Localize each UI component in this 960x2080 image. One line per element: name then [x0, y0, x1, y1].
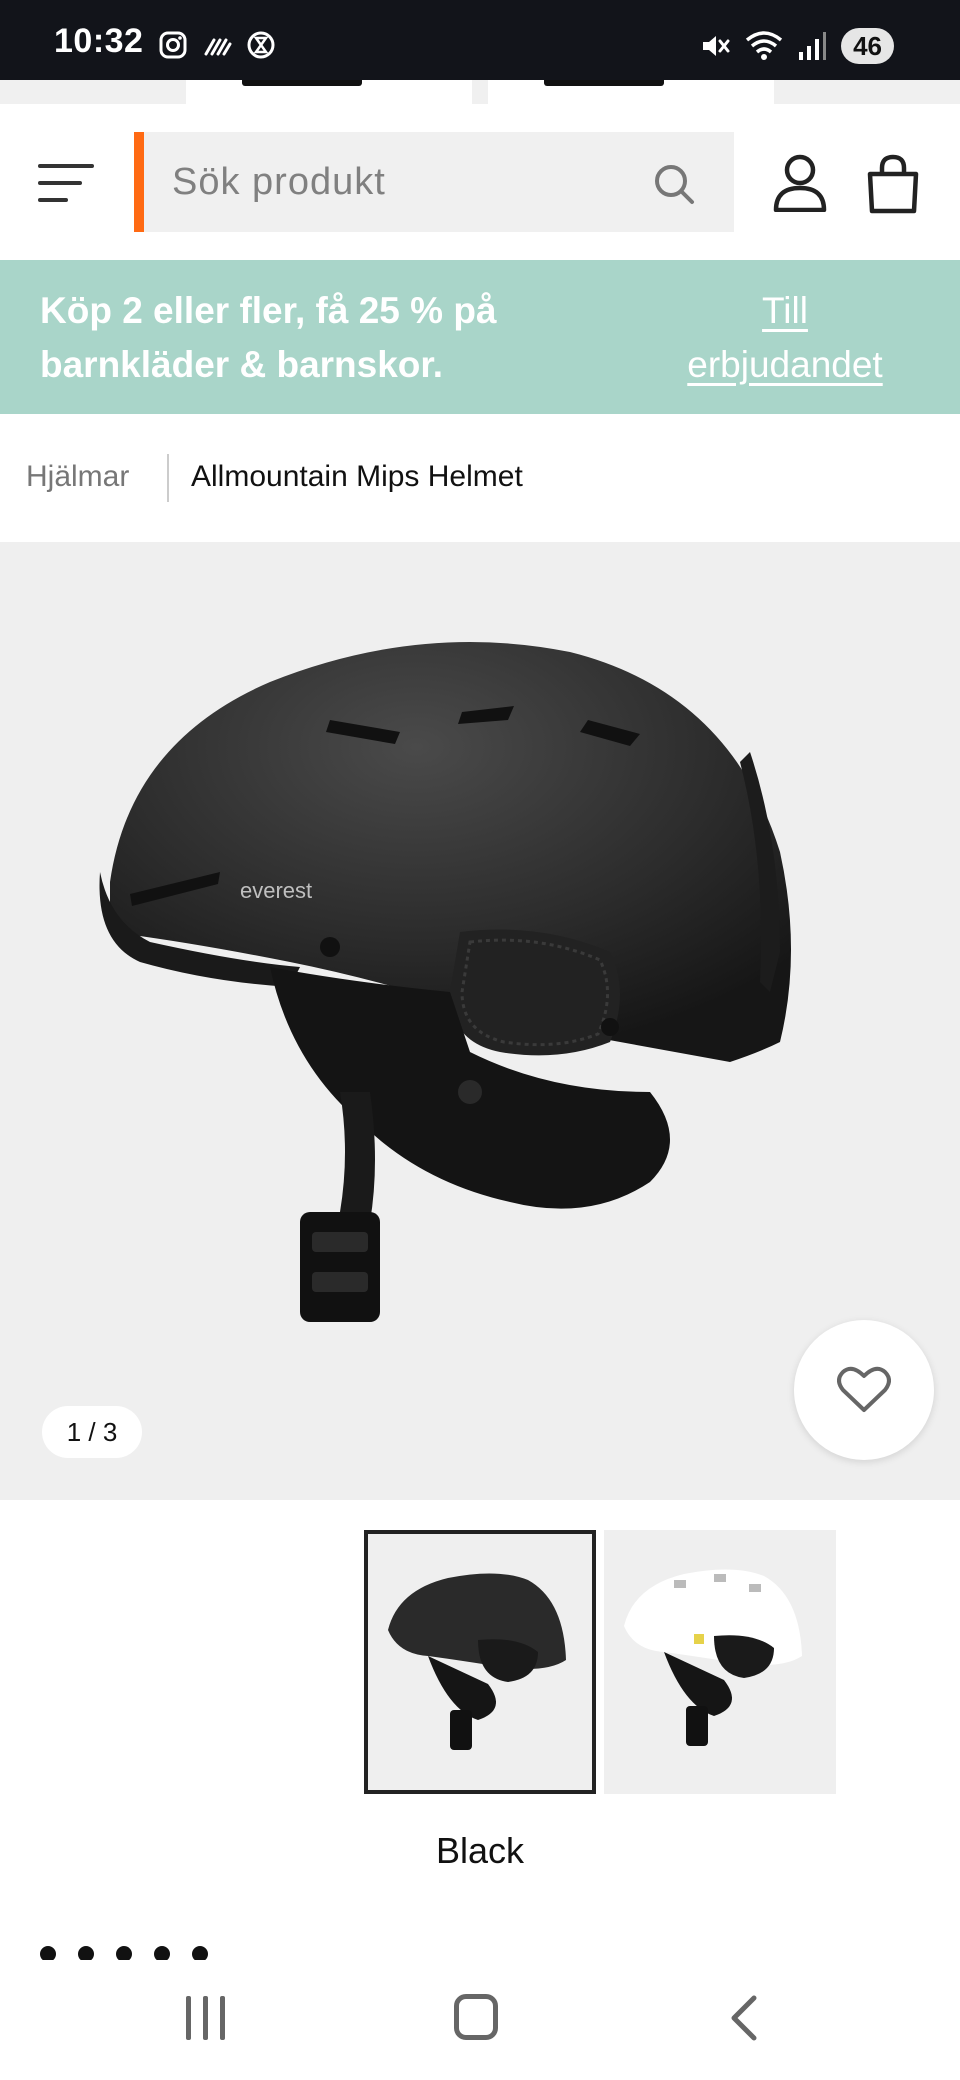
status-time: 10:32	[54, 22, 144, 60]
system-nav-bar	[0, 1960, 960, 2080]
back-icon[interactable]	[728, 1994, 760, 2042]
instagram-icon	[159, 31, 187, 59]
mute-icon	[703, 36, 730, 56]
peek-tab-strip	[0, 80, 960, 104]
search-box	[134, 132, 734, 232]
status-bar: 10:32 46	[0, 0, 960, 80]
peek-tab-2[interactable]	[488, 80, 774, 104]
rating-stars-peek	[40, 1946, 208, 1960]
breadcrumb: Hjälmar Allmountain Mips Helmet	[0, 414, 960, 542]
search-input[interactable]	[172, 132, 632, 232]
wifi-icon	[745, 31, 783, 60]
home-icon[interactable]	[454, 1994, 498, 2040]
product-gallery[interactable]: everest 1 / 3	[0, 542, 960, 1500]
promo-banner: Köp 2 eller fler, få 25 % på barnkläder …	[0, 260, 960, 414]
variant-thumb-black[interactable]	[364, 1530, 596, 1794]
star-icon	[192, 1946, 208, 1960]
user-icon[interactable]	[772, 154, 828, 212]
wishlist-button[interactable]	[794, 1320, 934, 1460]
variant-thumbnails: Black	[0, 1500, 960, 1900]
promo-offer-link[interactable]: Till erbjudandet	[660, 284, 910, 392]
star-icon	[154, 1946, 170, 1960]
header	[0, 104, 960, 260]
star-icon	[78, 1946, 94, 1960]
hourglass-icon	[247, 31, 275, 59]
menu-icon[interactable]	[38, 164, 94, 202]
thumb-image-white-helmet	[624, 1569, 802, 1746]
variant-thumb-white[interactable]	[604, 1530, 836, 1794]
promo-text: Köp 2 eller fler, få 25 % på barnkläder …	[40, 290, 497, 385]
heart-icon	[837, 1366, 891, 1412]
star-icon	[40, 1946, 56, 1960]
status-left-icons	[158, 30, 276, 60]
bag-icon[interactable]	[866, 154, 920, 214]
peek-tab-1[interactable]	[186, 80, 472, 104]
search-icon[interactable]	[652, 162, 696, 206]
cell-signal-icon	[799, 32, 827, 60]
breadcrumb-parent-link[interactable]: Hjälmar	[26, 460, 129, 494]
signal-dashes-icon	[204, 38, 232, 56]
breadcrumb-divider	[167, 454, 169, 502]
product-image-helmet: everest	[99, 642, 791, 1322]
status-right-icons: 46	[699, 28, 894, 64]
gallery-counter: 1 / 3	[42, 1406, 142, 1458]
helmet-brand-text: everest	[240, 878, 312, 903]
breadcrumb-current: Allmountain Mips Helmet	[191, 460, 523, 493]
star-icon	[116, 1946, 132, 1960]
battery-indicator: 46	[841, 28, 894, 64]
thumb-image-black-helmet	[388, 1573, 566, 1750]
selected-variant-label: Black	[435, 1830, 525, 1871]
recent-apps-icon[interactable]	[186, 1996, 226, 2040]
